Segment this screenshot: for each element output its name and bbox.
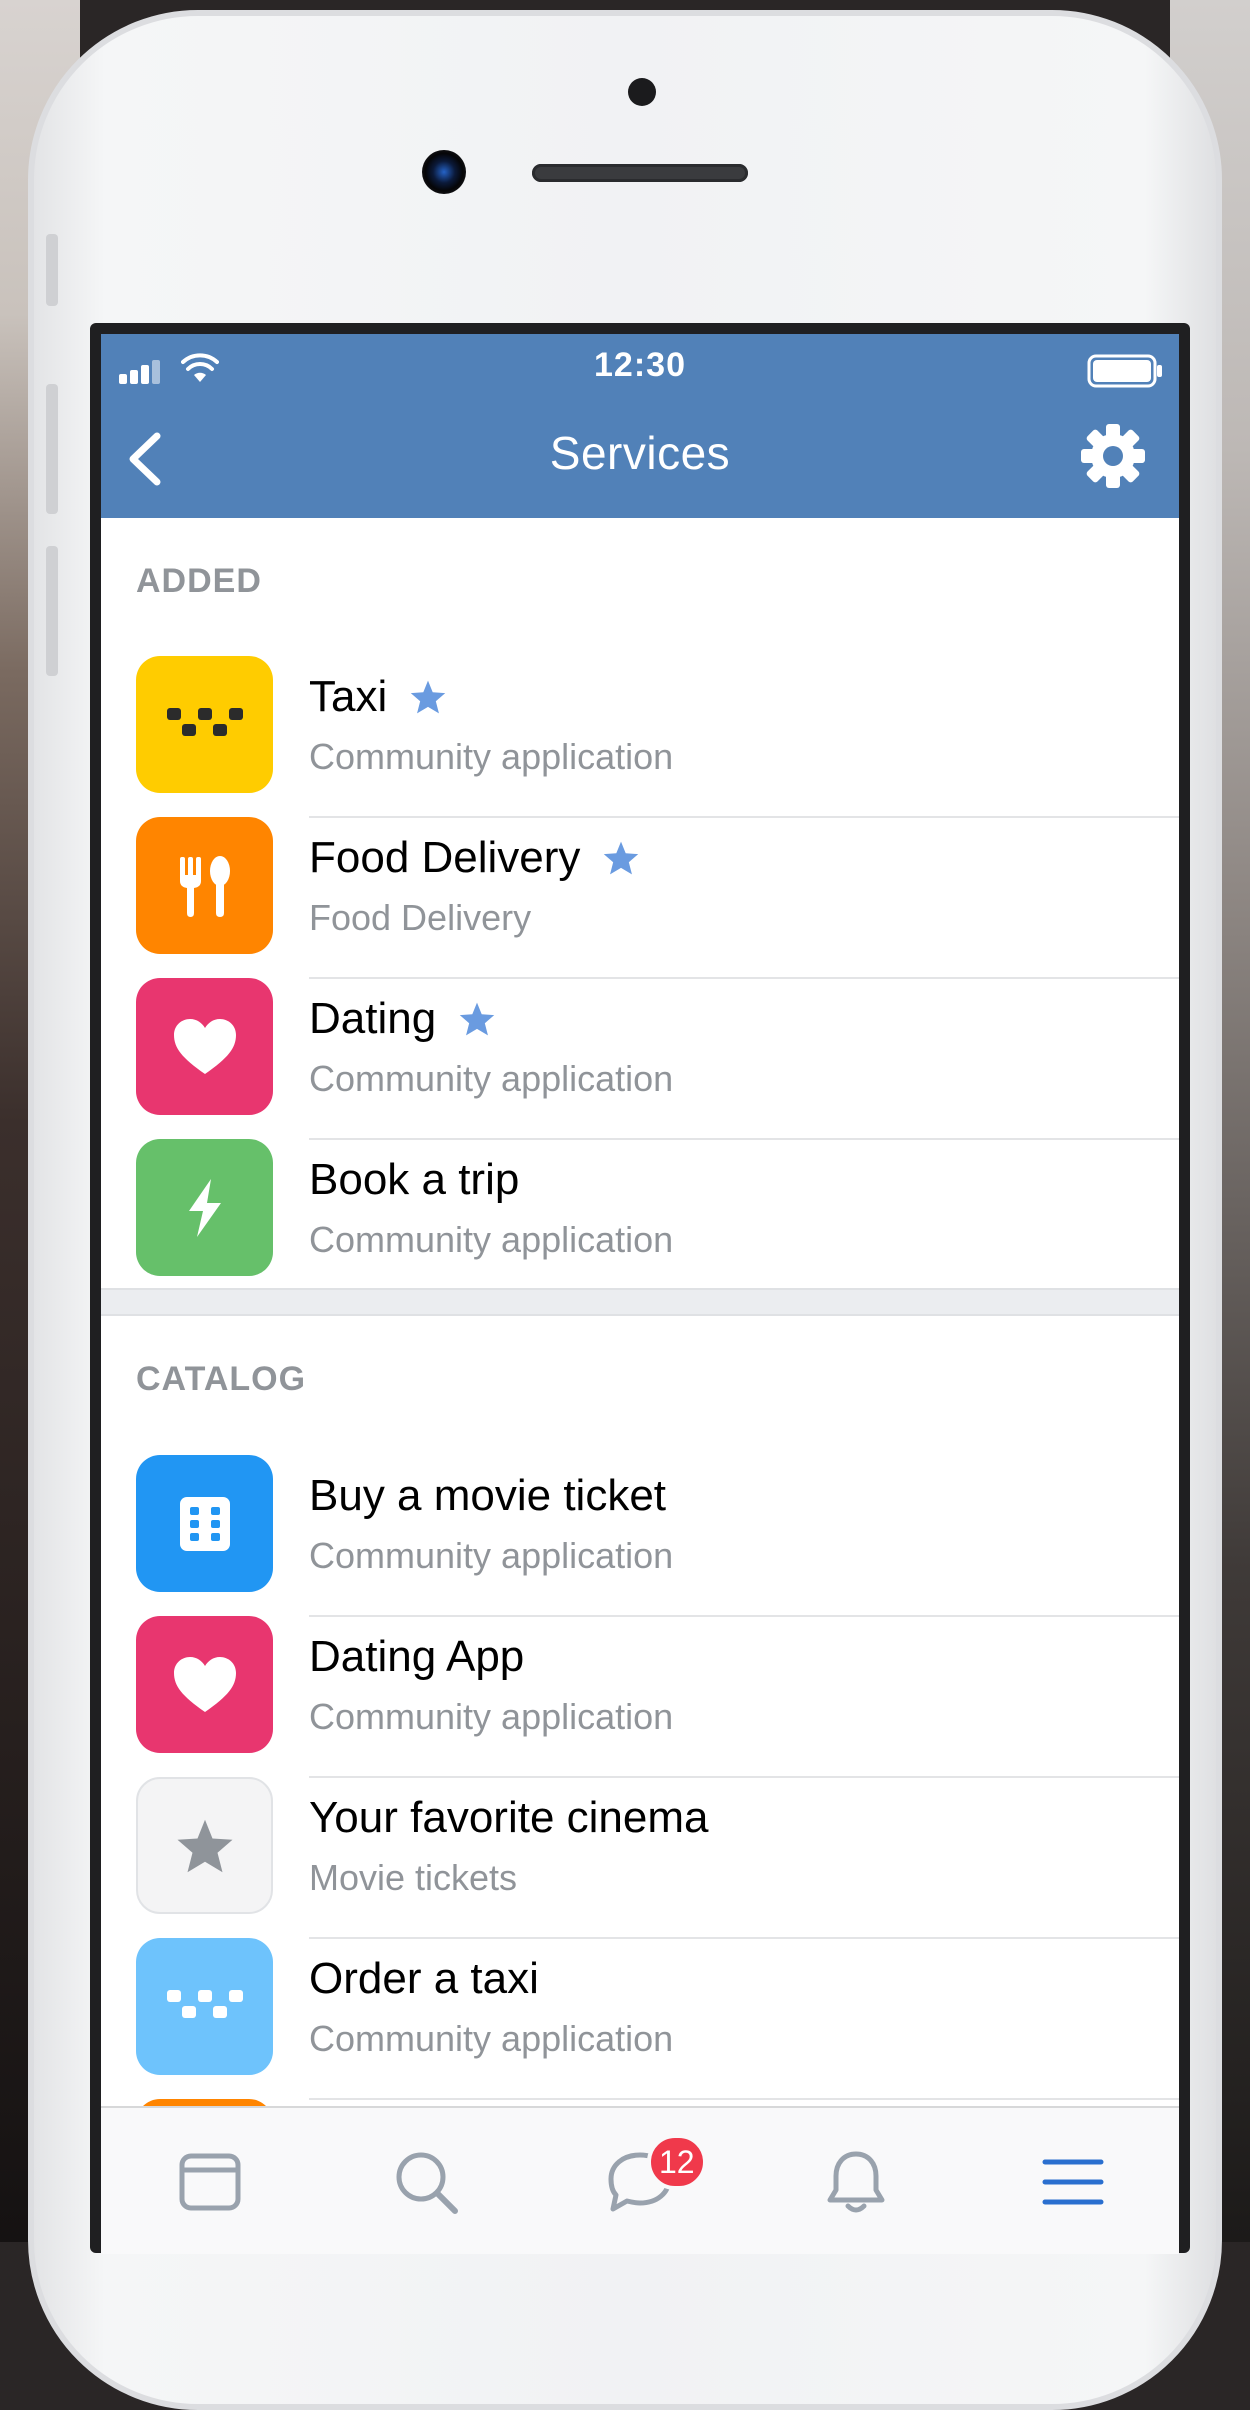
section-separator (101, 1288, 1179, 1316)
list-item-taxi[interactable]: Taxi Community application (101, 656, 1179, 818)
item-subtitle: Food Delivery (309, 897, 532, 938)
item-title-row: Buy a movie ticket (309, 1471, 666, 1521)
heart-icon (173, 1656, 236, 1712)
settings-button[interactable] (1077, 420, 1149, 492)
list-item-food-delivery[interactable]: Food Delivery Food Delivery (101, 817, 1179, 979)
app-icon (136, 1139, 273, 1276)
page-title: Services (549, 427, 731, 479)
star-icon (604, 841, 639, 875)
item-title: Food Delivery (309, 833, 581, 882)
section-header-added: ADDED (136, 562, 262, 600)
section-header-catalog: CATALOG (136, 1360, 307, 1398)
battery-icon (1087, 354, 1162, 388)
star-icon (177, 1819, 232, 1872)
messages-badge: 12 (647, 2134, 707, 2190)
app-icon (136, 1777, 273, 1914)
item-title: Buy a movie ticket (309, 1471, 667, 1520)
tab-menu[interactable] (1033, 2142, 1113, 2222)
feed-icon (179, 2153, 241, 2211)
item-title: Order a taxi (309, 1954, 539, 2003)
list-item-dating-app[interactable]: Dating App Community application (101, 1616, 1179, 1778)
tab-bar: 12 (101, 2106, 1179, 2254)
item-title-row: Order a taxi (309, 1954, 539, 2004)
tab-feed[interactable] (170, 2142, 250, 2222)
item-title-row: Dating (309, 994, 496, 1044)
item-title-row: Book a trip (309, 1155, 519, 1205)
notifications-icon (827, 2151, 885, 2213)
tab-notifications[interactable] (816, 2142, 896, 2222)
item-title-row: Taxi (309, 672, 447, 722)
menu-icon (1042, 2159, 1104, 2205)
fork-spoon-icon (179, 855, 230, 917)
gear-icon (1081, 424, 1145, 488)
item-title: Book a trip (309, 1155, 520, 1204)
volume-up-button (46, 384, 58, 514)
list-item-book-a-trip[interactable]: Book a trip Community application (101, 1139, 1179, 1300)
app-icon (136, 656, 273, 793)
item-title: Dating (309, 994, 437, 1043)
ticket-icon (179, 1496, 230, 1551)
heart-icon (173, 1018, 236, 1074)
volume-down-button (46, 546, 58, 676)
lightning-icon (188, 1178, 221, 1237)
app-icon (136, 1938, 273, 2075)
item-title: Taxi (309, 672, 388, 721)
app-icon (136, 1616, 273, 1753)
app-screen: 12:30 Services ADDED Taxi Community appl… (101, 334, 1179, 2254)
taxi-icon (166, 1989, 243, 2018)
tab-search[interactable] (386, 2142, 466, 2222)
app-icon (136, 978, 273, 1115)
mute-switch (46, 234, 58, 306)
item-subtitle: Movie tickets (309, 1857, 518, 1898)
taxi-icon (166, 707, 243, 736)
app-icon (136, 817, 273, 954)
search-icon (396, 2152, 458, 2214)
navigation-bar: 12:30 Services (101, 334, 1179, 518)
item-title-row: Dating App (309, 1632, 524, 1682)
item-title: Your favorite cinema (309, 1793, 709, 1842)
proximity-sensor (628, 78, 656, 106)
item-title-row: Your favorite cinema (309, 1793, 708, 1843)
status-time: 12:30 (594, 346, 686, 384)
front-camera (422, 150, 466, 194)
item-subtitle: Community application (309, 1058, 674, 1099)
item-subtitle: Community application (309, 1696, 674, 1737)
item-subtitle: Community application (309, 2018, 674, 2059)
item-title: Dating App (309, 1632, 525, 1681)
list-item-dating[interactable]: Dating Community application (101, 978, 1179, 1140)
star-icon (411, 680, 446, 714)
list-item-buy-a-movie-ticket[interactable]: Buy a movie ticket Community application (101, 1455, 1179, 1617)
item-subtitle: Community application (309, 736, 674, 777)
list-item-order-a-taxi[interactable]: Order a taxi Community application (101, 1938, 1179, 2100)
item-subtitle: Community application (309, 1535, 674, 1576)
item-subtitle: Community application (309, 1219, 674, 1260)
list-item-your-favorite-cinema[interactable]: Your favorite cinema Movie tickets (101, 1777, 1179, 1939)
item-title-row: Food Delivery (309, 833, 640, 883)
app-icon (136, 1455, 273, 1592)
star-icon (459, 1002, 495, 1036)
earpiece-speaker (532, 164, 748, 182)
